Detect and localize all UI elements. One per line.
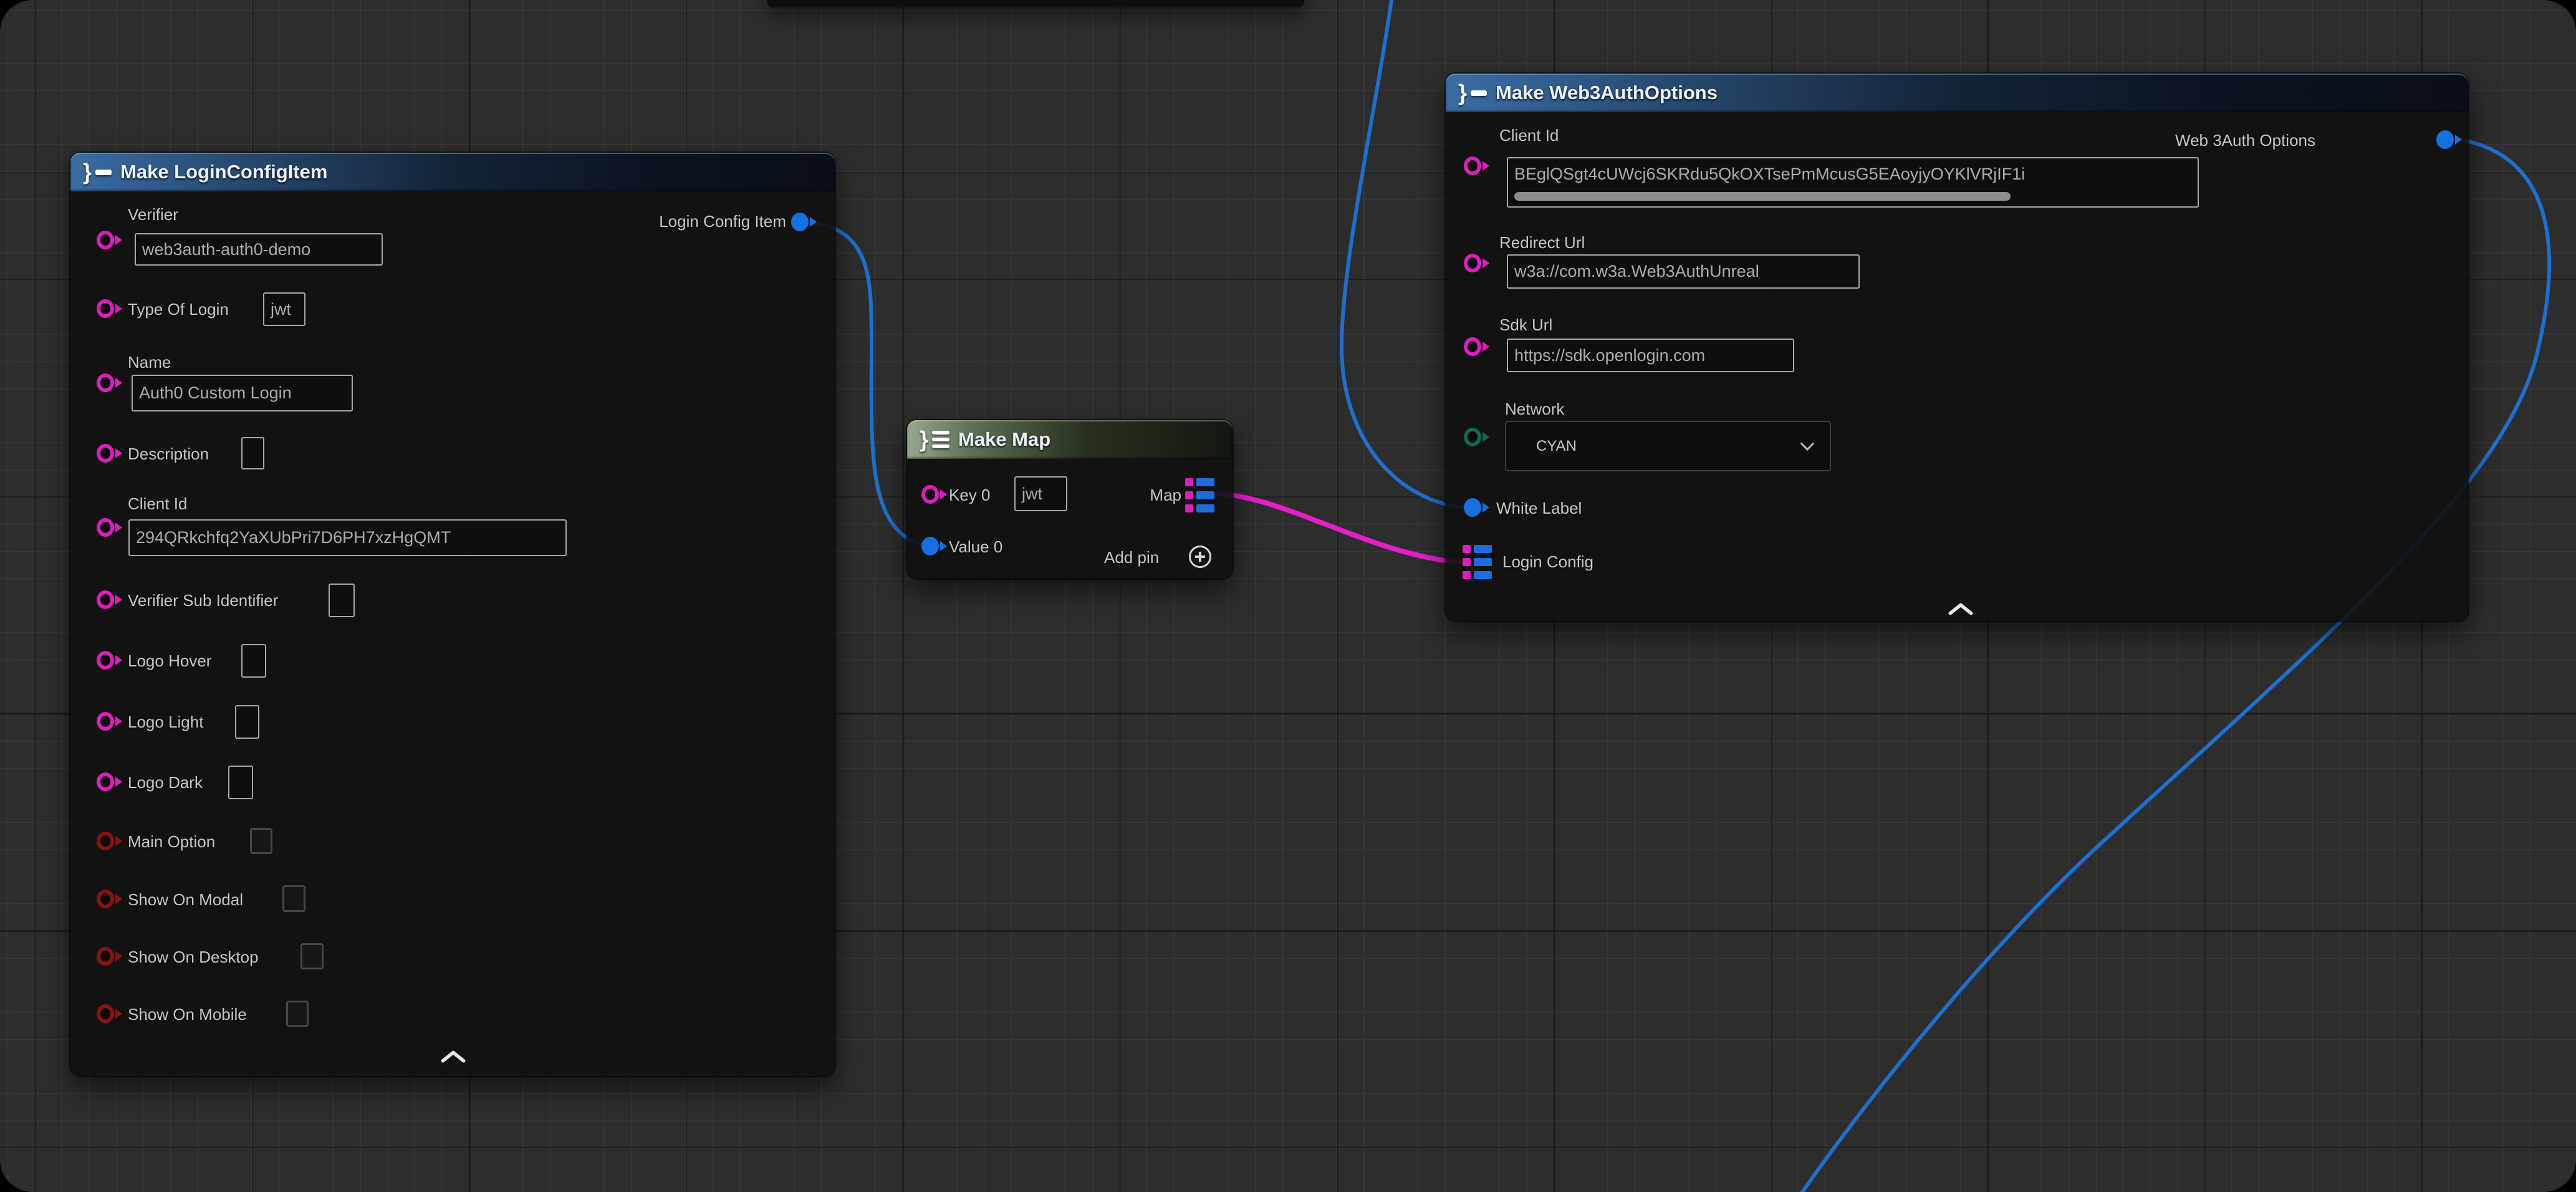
- node-make-web3authoptions[interactable]: } Make Web3AuthOptions Client Id BEglQSg…: [1446, 74, 2468, 621]
- wire-map-to-loginconfig: [1217, 494, 1460, 562]
- node-header[interactable]: } Make LoginConfigItem: [70, 153, 835, 191]
- input-logo-hover[interactable]: [241, 644, 266, 678]
- pin-label-map-output: Map: [1150, 486, 1181, 504]
- node-title: Make Map: [958, 428, 1050, 451]
- node-header[interactable]: } Make Web3AuthOptions: [1446, 74, 2468, 112]
- node-title: Make LoginConfigItem: [120, 161, 327, 183]
- input-description[interactable]: [241, 437, 264, 469]
- offscreen-node-edge[interactable]: [767, 0, 1304, 7]
- make-struct-icon: }: [1458, 82, 1467, 104]
- pin-key0[interactable]: [921, 485, 948, 504]
- add-pin-label[interactable]: Add pin: [1104, 548, 1159, 567]
- pin-show-on-modal[interactable]: [97, 890, 123, 908]
- pin-value0[interactable]: [921, 537, 948, 555]
- network-dropdown-value: CYAN: [1536, 438, 1577, 455]
- pin-label-web3auth-options: Web 3Auth Options: [2175, 131, 2315, 150]
- pin-label-type-of-login: Type Of Login: [128, 300, 229, 319]
- blueprint-editor: } Make LoginConfigItem Verifier web3auth…: [0, 0, 2576, 1192]
- chevron-down-icon: [1800, 436, 1815, 451]
- pin-verifier[interactable]: [97, 231, 123, 249]
- pin-login-config[interactable]: [1463, 545, 1492, 580]
- node-make-map[interactable]: } Make Map Key 0 jwt Map Value 0 Add pin: [907, 420, 1233, 579]
- network-dropdown[interactable]: CYAN: [1505, 421, 1831, 471]
- pin-label-client-id: Client Id: [128, 494, 187, 513]
- checkbox-show-on-desktop[interactable]: [300, 943, 324, 969]
- pin-logo-dark[interactable]: [97, 772, 123, 791]
- pin-label-show-on-modal: Show On Modal: [128, 890, 243, 909]
- make-struct-icon-bar: [95, 170, 112, 175]
- pin-web3auth-options-output[interactable]: [2436, 130, 2463, 149]
- pin-description[interactable]: [97, 444, 123, 463]
- pin-name[interactable]: [97, 373, 123, 392]
- pin-label-verifier: Verifier: [128, 205, 178, 224]
- pin-label-main-option: Main Option: [128, 832, 215, 851]
- input-key0[interactable]: jwt: [1014, 476, 1067, 511]
- pin-verifier-sub-identifier[interactable]: [97, 590, 123, 609]
- node-make-loginconfigitem[interactable]: } Make LoginConfigItem Verifier web3auth…: [70, 153, 835, 1076]
- pin-label-sdk-url: Sdk Url: [1499, 315, 1552, 334]
- input-logo-dark[interactable]: [228, 766, 253, 799]
- input-sdk-url[interactable]: https://sdk.openlogin.com: [1507, 339, 1794, 372]
- input-verifier-sub-identifier[interactable]: [329, 584, 355, 617]
- make-struct-icon-bar: [1471, 90, 1487, 96]
- make-struct-icon: }: [83, 161, 92, 183]
- pin-label-network: Network: [1505, 400, 1564, 418]
- pin-client-id[interactable]: [97, 518, 123, 537]
- pin-label-key0: Key 0: [949, 486, 991, 504]
- checkbox-show-on-modal[interactable]: [282, 885, 305, 912]
- client-id-scrollbar[interactable]: [1514, 192, 2011, 201]
- checkbox-show-on-mobile[interactable]: [286, 1001, 309, 1027]
- collapse-chevron-icon[interactable]: [1948, 603, 1973, 615]
- node-header[interactable]: } Make Map: [907, 420, 1233, 459]
- input-type-of-login[interactable]: jwt: [263, 292, 305, 326]
- pin-sdk-url[interactable]: [1464, 337, 1490, 356]
- pin-logo-hover[interactable]: [97, 651, 123, 670]
- pin-label-white-label: White Label: [1496, 499, 1582, 517]
- node-title: Make Web3AuthOptions: [1496, 82, 1718, 104]
- input-verifier[interactable]: web3auth-auth0-demo: [135, 233, 383, 266]
- pin-label-login-config: Login Config: [1502, 552, 1593, 571]
- pin-main-option[interactable]: [97, 832, 123, 850]
- checkbox-main-option[interactable]: [250, 828, 272, 854]
- pin-label-show-on-desktop: Show On Desktop: [128, 948, 259, 966]
- input-client-id[interactable]: BEglQSgt4cUWcj6SKRdu5QkOXTsePmMcusG5EAoy…: [1507, 157, 2199, 208]
- pin-label-logo-hover: Logo Hover: [128, 651, 211, 670]
- add-pin-icon[interactable]: [1189, 546, 1211, 568]
- graph-canvas[interactable]: } Make LoginConfigItem Verifier web3auth…: [0, 0, 2576, 1192]
- pin-type-of-login[interactable]: [97, 299, 123, 318]
- pin-label-logo-light: Logo Light: [128, 713, 203, 731]
- pin-label-redirect-url: Redirect Url: [1499, 233, 1585, 252]
- collapse-chevron-icon[interactable]: [441, 1050, 466, 1063]
- pin-label-logo-dark: Logo Dark: [128, 773, 203, 792]
- input-client-id[interactable]: 294QRkchfq2YaXUbPri7D6PH7xzHgQMT: [128, 519, 567, 556]
- wire-top-to-whitelabel: [1342, 0, 1463, 507]
- make-map-icon-lines: [932, 431, 949, 448]
- pin-redirect-url[interactable]: [1464, 254, 1490, 272]
- input-name[interactable]: Auth0 Custom Login: [132, 375, 353, 411]
- pin-map-output[interactable]: [1185, 478, 1215, 513]
- pin-white-label[interactable]: [1464, 498, 1490, 517]
- pin-label-show-on-mobile: Show On Mobile: [128, 1005, 247, 1024]
- pin-network[interactable]: [1464, 428, 1490, 446]
- pin-label-name: Name: [128, 353, 171, 372]
- pin-logo-light[interactable]: [97, 712, 123, 731]
- input-logo-light[interactable]: [235, 705, 259, 739]
- pin-label-login-config-item: Login Config Item: [659, 212, 786, 231]
- input-redirect-url[interactable]: w3a://com.w3a.Web3AuthUnreal: [1507, 254, 1860, 289]
- pin-label-verifier-sub-identifier: Verifier Sub Identifier: [128, 591, 278, 610]
- pin-show-on-desktop[interactable]: [97, 947, 123, 966]
- make-map-icon: }: [920, 428, 928, 451]
- pin-client-id[interactable]: [1464, 156, 1490, 175]
- pin-show-on-mobile[interactable]: [97, 1004, 123, 1023]
- pin-label-description: Description: [128, 445, 209, 463]
- pin-login-config-item-output[interactable]: [791, 213, 817, 231]
- input-client-id-text: BEglQSgt4cUWcj6SKRdu5QkOXTsePmMcusG5EAoy…: [1514, 165, 2025, 184]
- pin-label-value0: Value 0: [949, 537, 1002, 556]
- pin-label-client-id: Client Id: [1499, 126, 1559, 145]
